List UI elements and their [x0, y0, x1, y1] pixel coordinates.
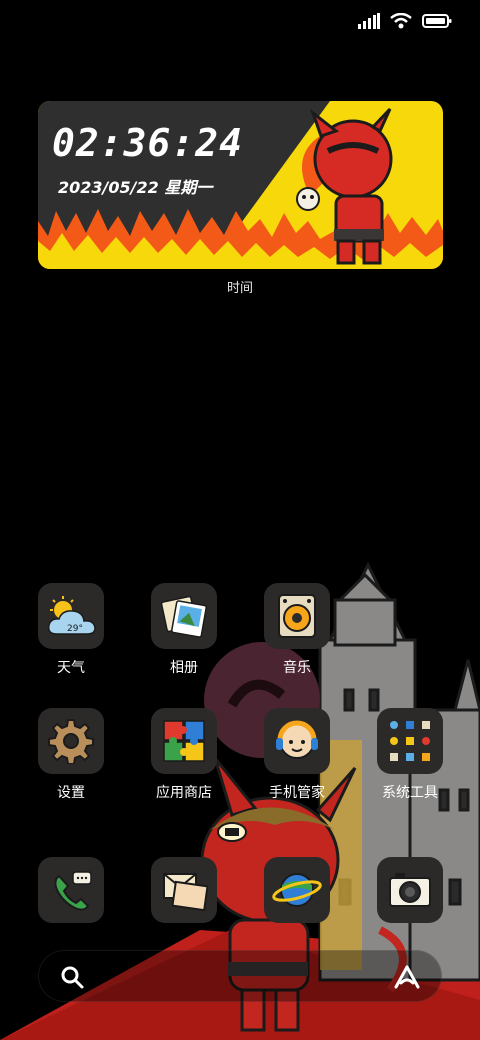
music-icon: [264, 583, 330, 649]
gear-icon: [38, 708, 104, 774]
app-security[interactable]: 手机管家: [242, 708, 352, 802]
app-gallery[interactable]: 相册: [129, 583, 239, 677]
app-label: 手机管家: [269, 785, 325, 801]
app-label: 应用商店: [156, 785, 212, 801]
app-weather[interactable]: 29° 天气: [16, 583, 126, 677]
svg-text:29°: 29°: [67, 624, 83, 634]
dock-browser[interactable]: [242, 857, 352, 923]
app-music[interactable]: 音乐: [242, 583, 352, 677]
app-appstore[interactable]: 应用商店: [129, 708, 239, 802]
clock-date: 2023/05/22 星期一: [58, 178, 213, 197]
search-icon[interactable]: [59, 964, 85, 990]
dock-messages[interactable]: [129, 857, 239, 923]
app-label: 音乐: [283, 660, 311, 676]
wifi-icon: [390, 13, 412, 29]
envelope-icon: [151, 857, 217, 923]
status-bar: [358, 8, 452, 34]
assistant-icon: [264, 708, 330, 774]
app-folder-tools[interactable]: 系统工具: [355, 708, 465, 802]
folder-icon: [377, 708, 443, 774]
app-label: 相册: [170, 660, 198, 676]
app-label: 系统工具: [382, 785, 438, 801]
camera-icon: [377, 857, 443, 923]
widget-label: 时间: [226, 281, 253, 296]
ai-assistant-icon[interactable]: [393, 964, 421, 990]
puzzle-icon: [151, 708, 217, 774]
app-label: 天气: [57, 660, 85, 676]
weather-icon: 29°: [38, 583, 104, 649]
clock-widget[interactable]: 02:36:24 2023/05/22 星期一: [38, 101, 443, 269]
clock-time: 02:36:24: [52, 121, 244, 165]
app-label: 设置: [57, 785, 85, 801]
dock-phone[interactable]: [16, 857, 126, 923]
phone-icon: [38, 857, 104, 923]
dock-camera[interactable]: [355, 857, 465, 923]
planet-icon: [264, 857, 330, 923]
signal-icon: [358, 13, 380, 29]
battery-icon: [422, 14, 452, 28]
app-settings[interactable]: 设置: [16, 708, 126, 802]
search-bar[interactable]: [38, 950, 442, 1002]
gallery-icon: [151, 583, 217, 649]
